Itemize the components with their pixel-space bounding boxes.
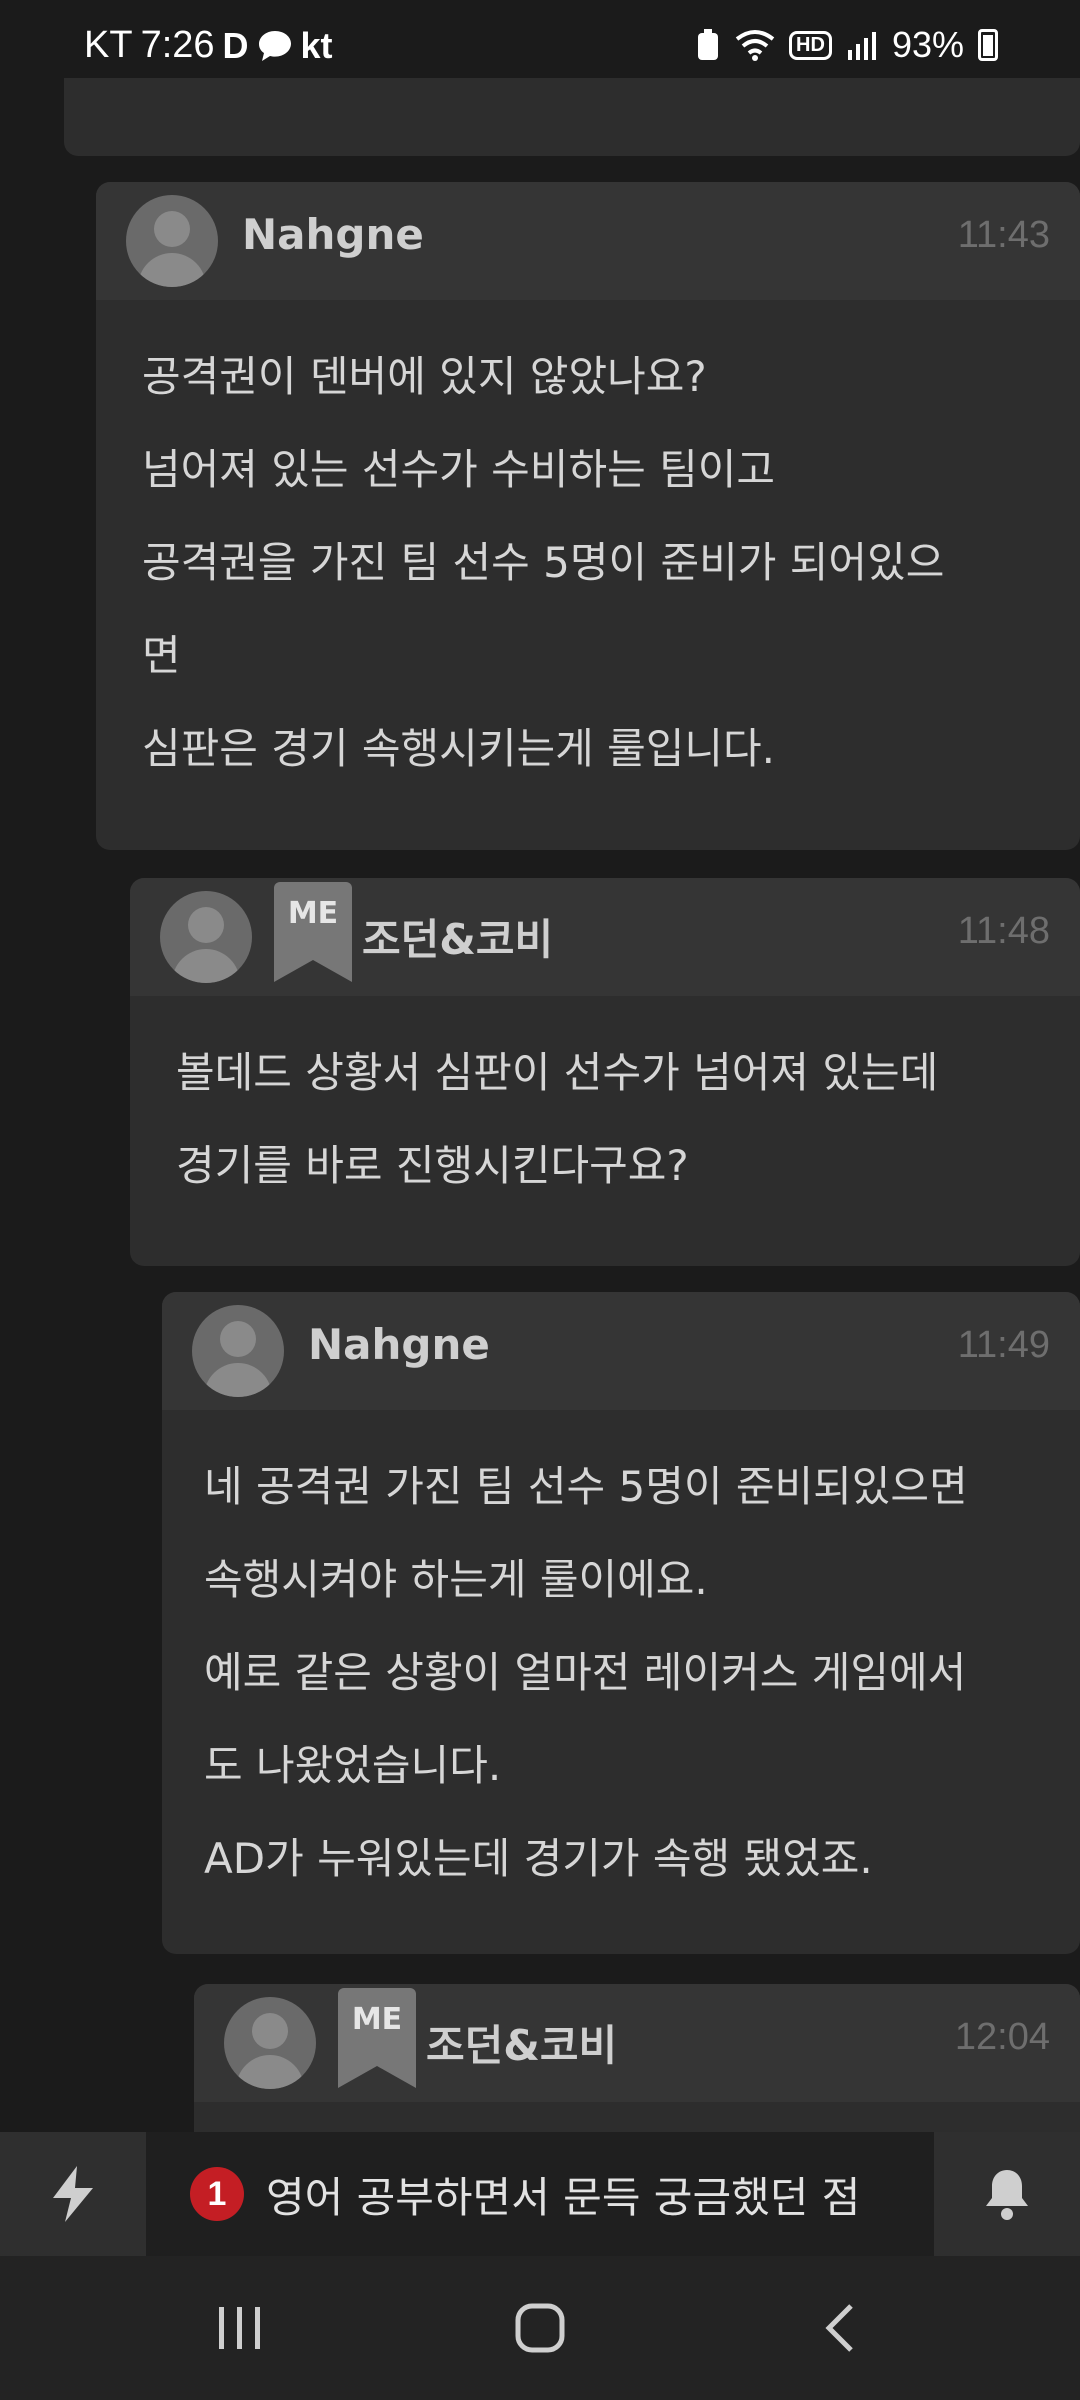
comment-line: 심판은 경기 속행시키는게 룰입니다. <box>142 724 776 773</box>
back-icon <box>825 2304 853 2352</box>
status-right: HD 93% <box>695 24 998 66</box>
author-name[interactable]: 조던&코비 <box>362 906 553 967</box>
avatar[interactable] <box>224 1997 316 2089</box>
quick-menu-button[interactable] <box>0 2132 146 2256</box>
wifi-icon <box>735 30 775 61</box>
comment-line: 속행시켜야 하는게 룰이에요. <box>204 1555 708 1604</box>
signal-icon <box>847 32 876 60</box>
ticker-count-badge: 1 <box>190 2167 244 2221</box>
author-name[interactable]: Nahgne <box>308 1320 490 1369</box>
author-name[interactable]: 조던&코비 <box>426 2012 617 2073</box>
home-icon <box>515 2303 565 2353</box>
chat-bubble-icon <box>258 30 291 61</box>
comment-line: 면 <box>142 631 181 680</box>
avatar[interactable] <box>126 195 218 287</box>
ticker-text[interactable]: 영어 공부하면서 문득 궁금했던 점 <box>266 2164 860 2225</box>
avatar[interactable] <box>160 891 252 983</box>
comment-header: ME 조던&코비 12:04 <box>194 1984 1080 2102</box>
me-badge: ME <box>274 882 352 982</box>
back-button[interactable] <box>790 2256 890 2400</box>
comment-line: 예로 같은 상황이 얼마전 레이커스 게임에서 <box>204 1648 967 1697</box>
recents-button[interactable] <box>190 2256 290 2400</box>
comment-time: 11:43 <box>957 214 1050 256</box>
recents-icon <box>219 2307 260 2349</box>
recycle-icon <box>698 29 719 60</box>
battery-percent: 93% <box>891 24 964 65</box>
comment-card: Nahgne 11:43 공격권이 덴버에 있지 않았나요? 넘어져 있는 선수… <box>96 182 1080 850</box>
app-d-icon: D <box>222 24 249 66</box>
comment-card: Nahgne 11:49 네 공격권 가진 팀 선수 5명이 준비되있으면 속행… <box>162 1292 1080 1954</box>
author-name[interactable]: Nahgne <box>242 210 424 259</box>
comment-header: Nahgne 11:43 <box>96 182 1080 300</box>
hd-voice-icon: HD <box>789 30 832 60</box>
notification-ticker: 1 영어 공부하면서 문득 궁금했던 점 <box>0 2132 1080 2256</box>
comment-line: 도 나왔었습니다. <box>204 1741 502 1790</box>
comment-header: ME 조던&코비 11:48 <box>130 878 1080 996</box>
comment-body: 볼데드 상황서 심판이 선수가 넘어져 있는데 경기를 바로 진행시킨다구요? <box>130 996 1080 1252</box>
home-button[interactable] <box>490 2256 590 2400</box>
comment-line: 공격권이 덴버에 있지 않았나요? <box>142 352 707 401</box>
comment-line: 볼데드 상황서 심판이 선수가 넘어져 있는데 <box>176 1048 939 1097</box>
bell-icon <box>986 2170 1028 2220</box>
comment-body: 네 공격권 가진 팀 선수 5명이 준비되있으면 속행시켜야 하는게 룰이에요.… <box>162 1410 1080 1945</box>
comment-line: 네 공격권 가진 팀 선수 5명이 준비되있으면 <box>204 1462 968 1511</box>
me-badge: ME <box>338 1988 416 2088</box>
comment-line: AD가 누워있는데 경기가 속행 됐었죠. <box>204 1834 873 1883</box>
comment-time: 12:04 <box>954 2016 1050 2058</box>
battery-icon <box>978 29 998 61</box>
notifications-button[interactable] <box>934 2132 1080 2256</box>
system-nav-bar <box>0 2256 1080 2400</box>
lightning-icon <box>53 2166 93 2222</box>
comment-line: 공격권을 가진 팀 선수 5명이 준비가 되어있으 <box>142 538 945 587</box>
comment-line: 경기를 바로 진행시킨다구요? <box>176 1141 689 1190</box>
avatar[interactable] <box>192 1305 284 1397</box>
clock: 7:26 <box>140 24 215 66</box>
comment-card: ME 조던&코비 12:04 <box>194 1984 1080 2144</box>
comment-header: Nahgne 11:49 <box>162 1292 1080 1410</box>
app-kt-icon: kt <box>300 24 333 66</box>
comment-body: 공격권이 덴버에 있지 않았나요? 넘어져 있는 선수가 수비하는 팀이고 공격… <box>96 300 1080 835</box>
comment-time: 11:48 <box>957 910 1050 952</box>
status-bar: KT 7:26 D kt HD 93% <box>0 0 1080 78</box>
comment-line: 넘어져 있는 선수가 수비하는 팀이고 <box>142 445 776 494</box>
comment-time: 11:49 <box>957 1324 1050 1366</box>
carrier-label: KT <box>84 24 133 66</box>
ticker-item[interactable]: 1 영어 공부하면서 문득 궁금했던 점 <box>190 2132 860 2256</box>
comment-card: ME 조던&코비 11:48 볼데드 상황서 심판이 선수가 넘어져 있는데 경… <box>130 878 1080 1266</box>
status-left: KT 7:26 D kt <box>84 24 333 67</box>
